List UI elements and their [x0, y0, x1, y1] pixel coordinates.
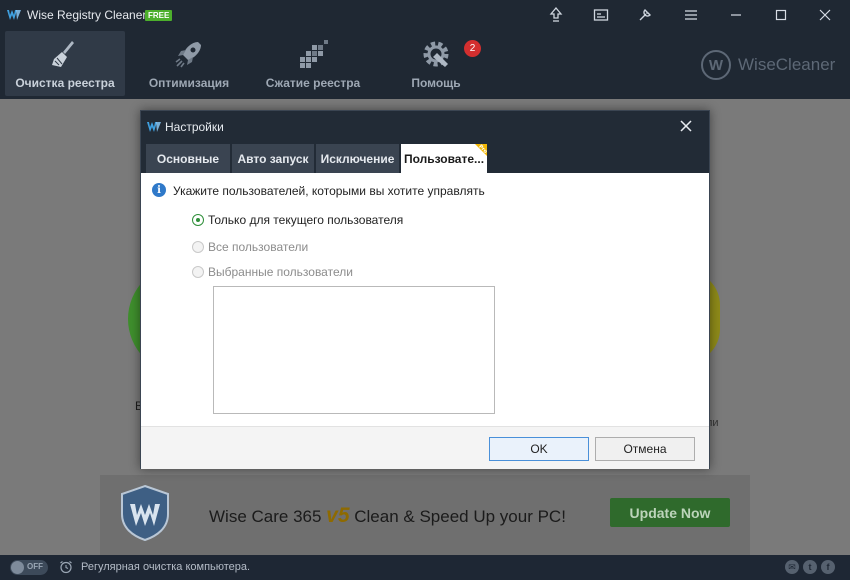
- nav-help[interactable]: Помощь: [400, 31, 472, 96]
- wise-care-shield-icon: [121, 484, 169, 542]
- nav-registry-cleaner[interactable]: Очистка реестра: [5, 31, 125, 96]
- tab-label: Основные: [156, 151, 220, 166]
- option-all-users[interactable]: Все пользователи: [192, 240, 308, 254]
- radio-label: Выбранные пользователи: [208, 265, 353, 279]
- brand-logo-icon: W: [701, 50, 731, 80]
- ad-text: Wise Care 365 v5 Clean & Speed Up your P…: [209, 504, 566, 528]
- brand-name: WiseCleaner: [738, 55, 836, 74]
- tab-autostart[interactable]: Авто запуск: [232, 144, 314, 173]
- main-toolbar: Очистка реестра Оптимизация Сжатие реест…: [0, 30, 850, 99]
- facebook-icon[interactable]: f: [821, 560, 835, 574]
- ad-text-part: Wise Care 365: [209, 507, 327, 526]
- dialog-header: Настройки Основные Авто запуск Исключени…: [141, 111, 709, 173]
- help-notification-badge: 2: [464, 40, 481, 57]
- wise-care-ad-banner[interactable]: Wise Care 365 v5 Clean & Speed Up your P…: [100, 475, 750, 555]
- status-text: Регулярная очистка компьютера.: [81, 561, 251, 573]
- settings-dialog: Настройки Основные Авто запуск Исключени…: [140, 110, 710, 469]
- dialog-close-button[interactable]: [677, 117, 695, 135]
- tab-exclusions[interactable]: Исключение: [316, 144, 399, 173]
- nav-registry-defrag[interactable]: Сжатие реестра: [260, 31, 366, 96]
- skin-icon[interactable]: [592, 6, 610, 24]
- menu-icon[interactable]: [682, 6, 700, 24]
- broom-icon: [52, 41, 74, 67]
- tab-label: Исключение: [320, 151, 395, 166]
- twitter-icon[interactable]: t: [803, 560, 817, 574]
- option-current-user[interactable]: Только для текущего пользователя: [192, 213, 403, 227]
- defrag-blocks-icon: [300, 40, 328, 68]
- app-title: Wise Registry Cleaner 9: [27, 8, 157, 22]
- app-logo-icon: [7, 10, 21, 20]
- nav-optimization[interactable]: Оптимизация: [140, 31, 238, 96]
- nav-label: Очистка реестра: [15, 76, 115, 90]
- nav-label: Сжатие реестра: [265, 76, 361, 90]
- radio-selected-users[interactable]: [192, 266, 204, 278]
- scheduled-clean-toggle[interactable]: OFF: [10, 560, 48, 575]
- nav-label: Оптимизация: [148, 76, 230, 90]
- dialog-footer: OK Отмена: [141, 426, 709, 469]
- minimize-button[interactable]: [718, 0, 754, 30]
- wisecleaner-brand: W WiseCleaner: [701, 50, 835, 80]
- cancel-button[interactable]: Отмена: [595, 437, 695, 461]
- nav-label: Помощь: [411, 76, 461, 90]
- radio-label: Все пользователи: [208, 240, 309, 254]
- radio-current-user[interactable]: [192, 214, 204, 226]
- dialog-logo-icon: [147, 122, 161, 132]
- option-selected-users[interactable]: Выбранные пользователи: [192, 265, 353, 279]
- radio-label: Только для текущего пользователя: [208, 213, 404, 227]
- dialog-title: Настройки: [165, 120, 224, 134]
- tab-users[interactable]: Пользовате... Pro: [401, 144, 487, 173]
- ad-version: v5: [326, 504, 350, 527]
- tab-label: Авто запуск: [237, 151, 309, 166]
- radio-all-users[interactable]: [192, 241, 204, 253]
- pro-ribbon-icon: Pro: [475, 144, 487, 156]
- close-window-button[interactable]: [807, 0, 843, 30]
- info-text: Укажите пользователей, которыми вы хотит…: [173, 184, 485, 198]
- alarm-clock-icon: [60, 561, 72, 574]
- email-icon[interactable]: ✉: [785, 560, 799, 574]
- ok-button[interactable]: OK: [489, 437, 589, 461]
- free-badge: FREE: [145, 10, 173, 21]
- upgrade-arrow-icon[interactable]: [547, 6, 565, 24]
- tools-icon[interactable]: [636, 6, 654, 24]
- users-listbox[interactable]: [213, 286, 495, 414]
- toggle-knob: [11, 561, 24, 574]
- update-now-button[interactable]: Update Now: [610, 498, 730, 527]
- info-icon: i: [152, 183, 166, 197]
- status-bar: OFF Регулярная очистка компьютера. ✉ t f: [0, 555, 850, 580]
- maximize-button[interactable]: [763, 0, 799, 30]
- toggle-label: OFF: [27, 562, 43, 571]
- gear-wrench-icon: [423, 41, 449, 67]
- tab-general[interactable]: Основные: [146, 144, 230, 173]
- dialog-body: i Укажите пользователей, которыми вы хот…: [141, 173, 709, 426]
- title-bar: Wise Registry Cleaner 9 FREE: [0, 0, 850, 30]
- rocket-icon: [175, 42, 201, 68]
- ad-text-part: Clean & Speed Up your PC!: [349, 507, 566, 526]
